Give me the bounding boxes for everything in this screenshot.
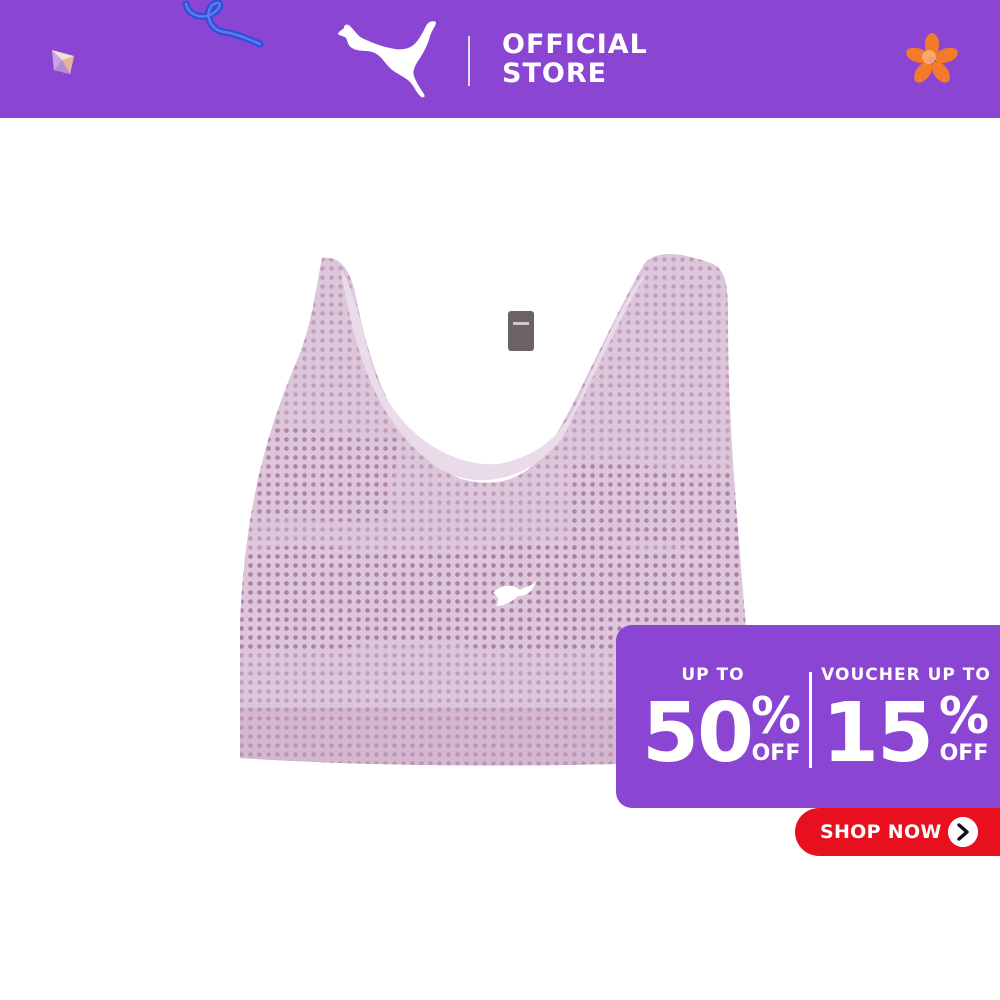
gem-confetti-icon bbox=[52, 50, 74, 74]
ribbon-swirl-icon bbox=[182, 0, 264, 48]
discount-block: UP TO 50 % OFF bbox=[616, 625, 810, 808]
discount-off-label: OFF bbox=[751, 741, 801, 766]
voucher-value: 15 bbox=[822, 686, 934, 781]
store-header: OFFICIAL STORE bbox=[0, 0, 1000, 118]
promo-banner[interactable]: UP TO 50 % OFF VOUCHER UP TO 15 % OFF bbox=[616, 625, 1000, 808]
discount-percent-group: % OFF bbox=[744, 691, 808, 767]
voucher-percent-group: % OFF bbox=[932, 691, 996, 767]
official-store-label: OFFICIAL STORE bbox=[502, 30, 682, 88]
shop-now-label: SHOP NOW bbox=[820, 821, 942, 843]
voucher-off-label: OFF bbox=[939, 741, 989, 766]
header-divider bbox=[468, 36, 470, 86]
voucher-heading: VOUCHER UP TO bbox=[821, 665, 991, 685]
brand-line-1: OFFICIAL bbox=[502, 29, 648, 60]
brand-line-2: STORE bbox=[502, 58, 608, 89]
puma-logo-icon bbox=[338, 21, 436, 98]
voucher-block: VOUCHER UP TO 15 % OFF bbox=[812, 625, 1000, 808]
discount-percent-sign: % bbox=[750, 687, 802, 745]
orange-asterisk-icon bbox=[906, 33, 958, 83]
shop-now-button[interactable]: SHOP NOW bbox=[795, 808, 1000, 856]
chevron-right-icon bbox=[948, 817, 978, 847]
discount-value: 50 bbox=[642, 686, 754, 781]
discount-heading: UP TO bbox=[681, 665, 745, 685]
voucher-percent-sign: % bbox=[938, 687, 990, 745]
